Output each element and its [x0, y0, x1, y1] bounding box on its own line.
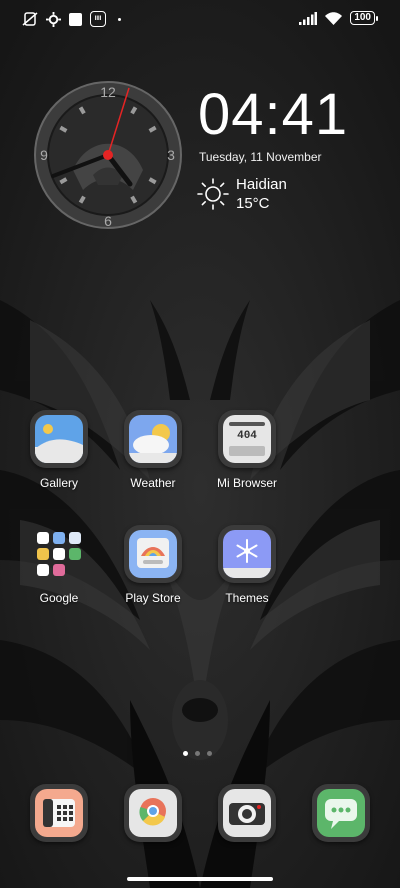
dial-6: 6 — [104, 213, 112, 229]
battery-level: 100 — [350, 11, 375, 25]
app-themes[interactable]: Themes — [207, 525, 287, 605]
google-folder-icon — [35, 530, 83, 578]
status-bar: IIII 100 — [0, 0, 400, 40]
dial-9: 9 — [40, 147, 48, 163]
digital-clock[interactable]: 04:41 — [198, 80, 348, 150]
page-indicator[interactable] — [183, 751, 212, 756]
dial-3: 3 — [167, 147, 175, 163]
no-sim-icon — [22, 12, 38, 26]
battery-icon: 100 — [350, 11, 378, 25]
date-text: Tuesday, 11 November — [199, 150, 322, 164]
home-indicator[interactable] — [127, 877, 273, 881]
page-dot-active[interactable] — [183, 751, 188, 756]
camera-icon — [223, 789, 271, 837]
sun-icon — [197, 178, 229, 210]
app-weather[interactable]: Weather — [113, 410, 193, 490]
app-badge-icon: IIII — [90, 11, 106, 27]
app-label: Mi Browser — [216, 476, 277, 490]
notification-square-icon — [69, 12, 82, 26]
play-store-icon — [129, 530, 177, 578]
app-google-folder[interactable]: Google — [19, 525, 99, 605]
app-label: Gallery — [39, 476, 78, 490]
page-dot[interactable] — [195, 751, 200, 756]
dial-12: 12 — [100, 84, 116, 100]
dot-icon — [118, 17, 121, 21]
weather-temperature: 15°C — [236, 195, 270, 212]
chrome-icon — [129, 789, 177, 837]
dock-camera[interactable] — [207, 784, 287, 842]
weather-city: Haidian — [236, 176, 287, 193]
dock-phone[interactable] — [19, 784, 99, 842]
app-mi-browser[interactable]: 404 Mi Browser — [207, 410, 287, 490]
gallery-icon — [35, 415, 83, 463]
messages-icon — [317, 789, 365, 837]
settings-gear-icon — [46, 11, 61, 27]
app-play-store[interactable]: Play Store — [113, 525, 193, 605]
browser-icon: 404 — [223, 415, 271, 463]
app-label: Play Store — [125, 591, 181, 605]
weather-widget[interactable]: Haidian 15°C — [196, 175, 287, 213]
page-dot[interactable] — [207, 751, 212, 756]
app-label: Google — [39, 591, 79, 605]
app-label: Weather — [130, 476, 176, 490]
phone-icon — [35, 789, 83, 837]
dock-chrome[interactable] — [113, 784, 193, 842]
themes-icon — [223, 530, 271, 578]
browser-icon-text: 404 — [237, 430, 257, 442]
weather-icon — [129, 415, 177, 463]
app-gallery[interactable]: Gallery — [19, 410, 99, 490]
dock-messages[interactable] — [301, 784, 381, 842]
signal-icon — [299, 11, 318, 25]
app-label: Themes — [225, 591, 269, 605]
analog-clock[interactable]: 12 3 6 9 — [33, 80, 183, 230]
wifi-icon — [325, 11, 343, 25]
